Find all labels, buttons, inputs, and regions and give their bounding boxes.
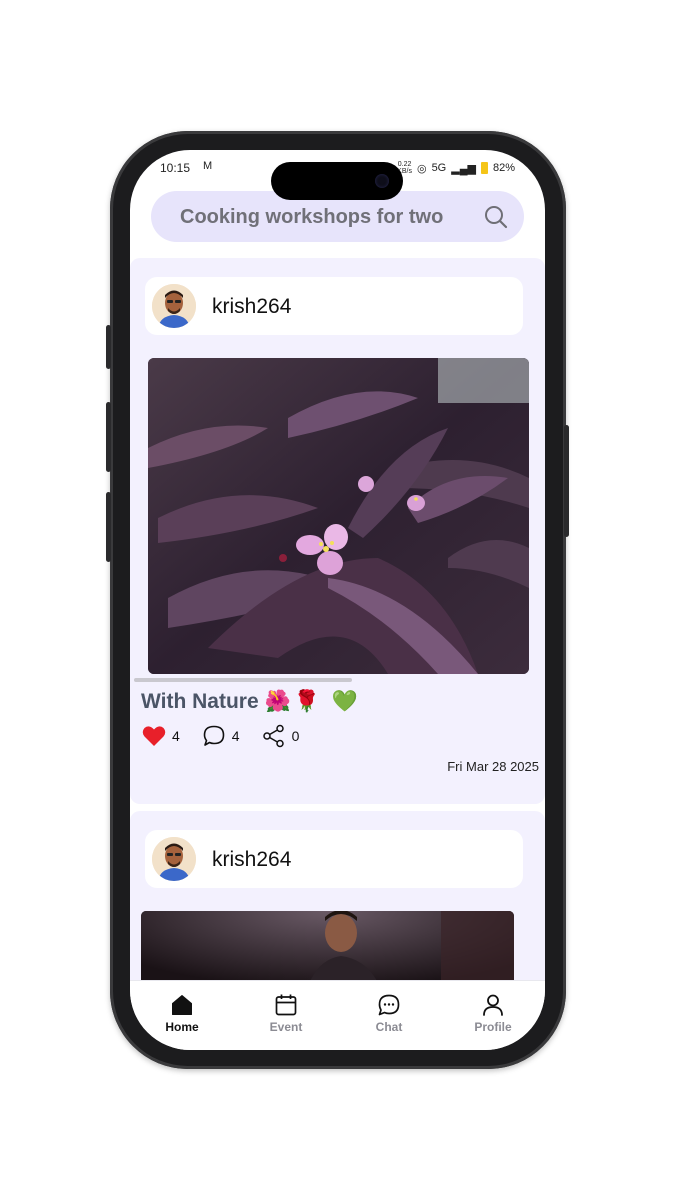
phone-screen: 10:15 M 0.22 KB/s ◎ 5G ▂▄▆ 82% Cooking w…	[130, 150, 545, 1050]
battery-icon	[480, 162, 488, 174]
hotspot-icon: ◎	[416, 162, 427, 175]
post-date: Fri Mar 28 2025	[447, 759, 539, 774]
nav-event[interactable]: Event	[251, 993, 321, 1034]
share-count: 0	[291, 728, 300, 744]
search-placeholder: Cooking workshops for two	[180, 206, 444, 228]
network-speed-value: 0.22	[397, 161, 412, 168]
chat-icon[interactable]	[377, 993, 401, 1017]
post-image[interactable]	[141, 911, 514, 980]
profile-icon[interactable]	[481, 993, 505, 1017]
caption-text: With Nature	[141, 690, 259, 713]
share-button[interactable]: 0	[262, 724, 300, 748]
post-card: krish264	[130, 811, 545, 980]
comment-button[interactable]: 4	[202, 724, 240, 748]
nav-chat[interactable]: Chat	[354, 993, 424, 1034]
home-icon[interactable]	[170, 993, 194, 1017]
heart-icon[interactable]	[142, 725, 166, 747]
username[interactable]: krish264	[212, 295, 291, 319]
share-icon[interactable]	[262, 724, 286, 748]
dynamic-island	[271, 162, 403, 200]
action-button	[106, 325, 111, 369]
nav-chat-label: Chat	[375, 1020, 403, 1034]
front-camera	[375, 174, 389, 188]
post-author[interactable]: krish264	[145, 830, 523, 888]
like-button[interactable]: 4	[142, 725, 180, 747]
network-type: 5G	[431, 162, 447, 174]
like-count: 4	[172, 728, 180, 744]
volume-down-button	[106, 492, 111, 562]
signal-icon: ▂▄▆	[451, 162, 476, 175]
battery-level: 82%	[492, 162, 515, 174]
post-caption: With Nature 🌺🌹 💚	[141, 690, 361, 714]
post-feed[interactable]: krish264 With Nature 🌺🌹 💚 4 4 0 Fri Mar …	[130, 258, 545, 980]
nav-profile-label: Profile	[474, 1020, 512, 1034]
nav-profile[interactable]: Profile	[458, 993, 528, 1034]
avatar[interactable]	[152, 284, 196, 328]
comment-count: 4	[231, 728, 240, 744]
post-author[interactable]: krish264	[145, 277, 523, 335]
avatar[interactable]	[152, 837, 196, 881]
post-card: krish264	[130, 258, 545, 804]
status-right: 0.22 KB/s ◎ 5G ▂▄▆ 82%	[397, 161, 515, 175]
image-scroll-indicator[interactable]	[134, 678, 352, 682]
nav-event-label: Event	[269, 1020, 303, 1034]
nav-home-label: Home	[165, 1020, 199, 1034]
post-actions: 4 4 0	[142, 724, 321, 748]
username[interactable]: krish264	[212, 848, 291, 872]
status-time: 10:15	[160, 161, 191, 175]
calendar-icon[interactable]	[274, 993, 298, 1017]
power-button	[564, 425, 569, 537]
comment-icon[interactable]	[202, 724, 226, 748]
bottom-navigation: Home Event Chat Profile	[130, 980, 545, 1050]
post-image[interactable]	[148, 358, 529, 674]
nav-home[interactable]: Home	[147, 993, 217, 1034]
caption-emoji: 🌺🌹 💚	[264, 690, 361, 713]
search-icon[interactable]	[484, 205, 508, 229]
mail-notification-icon: M	[203, 160, 213, 172]
volume-up-button	[106, 402, 111, 472]
